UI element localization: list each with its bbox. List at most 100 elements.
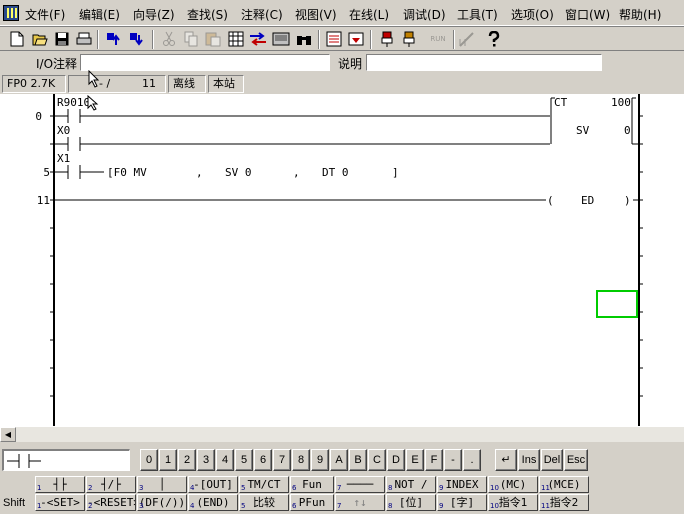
counter-label: CT [554, 96, 568, 109]
key-1[interactable]: 1 [159, 449, 177, 471]
fkey-instruction-2[interactable]: 11 指令2 [539, 494, 589, 511]
fkey-reset[interactable]: 2 -<RESET> [86, 494, 136, 511]
fkey-mc[interactable]: 10 (MC) [488, 476, 538, 493]
new-file-icon[interactable] [8, 30, 26, 48]
delete-key[interactable]: Del [541, 449, 563, 471]
key-d[interactable]: D [387, 449, 405, 471]
toolbar-separator [97, 30, 99, 49]
instruction-separator: , [293, 166, 300, 179]
f0-mv-instruction[interactable]: [F0 MV , SV 0 , DT 0 ] [107, 166, 399, 179]
key-9[interactable]: 9 [311, 449, 329, 471]
paste-icon[interactable] [204, 30, 222, 48]
key-2[interactable]: 2 [178, 449, 196, 471]
fkey-horizontal-line[interactable]: 7 ──── [335, 476, 385, 493]
fkey-up-down[interactable]: 7 ↑↓ [335, 494, 385, 511]
binoculars-icon[interactable] [295, 30, 313, 48]
download-icon[interactable] [128, 30, 146, 48]
key-dot[interactable]: . [463, 449, 481, 471]
fkey-out[interactable]: 4 -[OUT] [188, 476, 238, 493]
contact-symbol-icon [7, 454, 41, 468]
instruction-input[interactable] [2, 449, 130, 471]
menu-wizard[interactable]: 向导(Z) [133, 7, 175, 23]
fkey-fun[interactable]: 6 Fun [290, 476, 334, 493]
fkey-mce[interactable]: 11 (MCE) [539, 476, 589, 493]
key-4[interactable]: 4 [216, 449, 234, 471]
fkey-tm-ct[interactable]: 5 TM/CT [239, 476, 289, 493]
fkey-word[interactable]: 9 [字] [437, 494, 487, 511]
fkey-contact[interactable]: 1 ┤├ [35, 476, 85, 493]
upload-icon[interactable] [105, 30, 123, 48]
menu-online[interactable]: 在线(L) [349, 7, 389, 23]
escape-key[interactable]: Esc [564, 449, 588, 471]
description-field[interactable] [366, 54, 602, 71]
key-6[interactable]: 6 [254, 449, 272, 471]
key-8[interactable]: 8 [292, 449, 310, 471]
fkey-not[interactable]: 8 NOT / [386, 476, 436, 493]
open-folder-icon[interactable] [31, 30, 49, 48]
instruction-input-row: 0 1 2 3 4 5 6 7 8 9 A B C D E F - . ↵ In… [0, 444, 684, 474]
pin-icon[interactable] [378, 30, 396, 48]
key-e[interactable]: E [406, 449, 424, 471]
menu-edit[interactable]: 编辑(E) [79, 7, 120, 23]
mail-icon[interactable] [347, 30, 365, 48]
key-f[interactable]: F [425, 449, 443, 471]
menu-file[interactable]: 文件(F) [25, 7, 65, 23]
io-comment-label: I/O注释 [36, 57, 78, 71]
app-icon[interactable] [3, 5, 19, 21]
monitor-icon[interactable] [325, 30, 343, 48]
description-label: 说明 [338, 57, 363, 71]
fkey-vertical-line[interactable]: 3 │ [137, 476, 187, 493]
contact-x0[interactable] [54, 137, 550, 151]
fkey-compare[interactable]: 5 比较 [239, 494, 289, 511]
fkey-contact-not[interactable]: 2 ┤/├ [86, 476, 136, 493]
program-icon[interactable] [458, 30, 476, 48]
key-0[interactable]: 0 [140, 449, 158, 471]
contact-x1[interactable] [54, 165, 104, 179]
mouse-cursor-icon [88, 70, 100, 88]
menu-search[interactable]: 查找(S) [187, 7, 228, 23]
insert-key[interactable]: Ins [518, 449, 540, 471]
horizontal-scrollbar[interactable]: ◀ [0, 426, 684, 442]
fkey-set[interactable]: 1 -<SET> [35, 494, 85, 511]
grid-icon[interactable] [227, 30, 245, 48]
enter-key[interactable]: ↵ [495, 449, 517, 471]
fkey-index[interactable]: 9 INDEX [437, 476, 487, 493]
contact-label-x0: X0 [57, 124, 70, 137]
key-3[interactable]: 3 [197, 449, 215, 471]
run-icon[interactable]: RUN [425, 30, 451, 48]
menu-comment[interactable]: 注释(C) [241, 7, 283, 23]
transfer-icon[interactable] [249, 30, 267, 48]
step-indicator: - / 11 [68, 75, 166, 93]
copy-icon[interactable] [182, 30, 200, 48]
ladder-diagram[interactable]: R9010 X0 CT 100 SV 0 X1 [F0 MV , SV 0 , … [0, 94, 684, 426]
edit-cursor[interactable] [596, 290, 638, 318]
io-comment-field[interactable] [80, 54, 330, 71]
display-icon[interactable] [272, 30, 290, 48]
fkey-instruction-1[interactable]: 10 指令1 [488, 494, 538, 511]
cut-icon[interactable] [160, 30, 178, 48]
menu-window[interactable]: 窗口(W) [565, 7, 610, 23]
contact-r9010[interactable] [54, 109, 550, 123]
key-c[interactable]: C [368, 449, 386, 471]
save-icon[interactable] [53, 30, 71, 48]
instruction-separator: , [196, 166, 203, 179]
key-5[interactable]: 5 [235, 449, 253, 471]
menu-help[interactable]: 帮助(H) [619, 7, 661, 23]
pin2-icon[interactable] [400, 30, 418, 48]
key-minus[interactable]: - [444, 449, 462, 471]
fkey-df[interactable]: 3 (DF(/)) [137, 494, 187, 511]
rail-ticks [50, 115, 643, 397]
help-icon[interactable] [485, 30, 503, 48]
menu-view[interactable]: 视图(V) [295, 7, 337, 23]
fkey-end[interactable]: 4 (END) [188, 494, 238, 511]
key-b[interactable]: B [349, 449, 367, 471]
menu-options[interactable]: 选项(O) [511, 7, 554, 23]
scroll-left-icon[interactable]: ◀ [0, 427, 16, 442]
menu-tools[interactable]: 工具(T) [457, 7, 498, 23]
key-7[interactable]: 7 [273, 449, 291, 471]
menu-debug[interactable]: 调试(D) [403, 7, 446, 23]
key-a[interactable]: A [330, 449, 348, 471]
fkey-pfun[interactable]: 6 PFun [290, 494, 334, 511]
fkey-bit[interactable]: 8 [位] [386, 494, 436, 511]
print-icon[interactable] [75, 30, 93, 48]
